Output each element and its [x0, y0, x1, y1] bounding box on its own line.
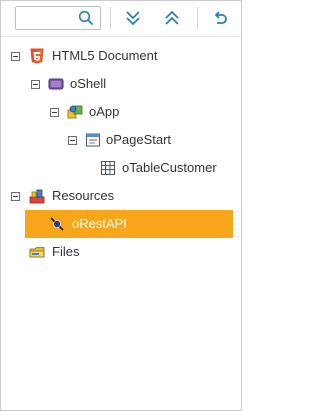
collapse-toggle[interactable]: [50, 108, 59, 117]
tree-node-label: HTML5 Document: [52, 48, 158, 63]
tree-node-label: oShell: [70, 76, 107, 91]
files-icon: [29, 247, 45, 258]
table-icon: [101, 161, 115, 175]
double-chevron-down-icon: [126, 11, 140, 26]
tree-node-files[interactable]: Files: [1, 238, 241, 266]
html5-icon: [30, 48, 44, 64]
tree-node-otablecustomer[interactable]: oTableCustomer: [1, 154, 241, 182]
double-chevron-up-icon: [165, 10, 179, 25]
tree-node-label: oRestAPI: [72, 216, 127, 231]
collapse-all-button[interactable]: [159, 6, 185, 30]
resources-icon: [29, 189, 45, 204]
tree-node-resources[interactable]: Resources: [1, 182, 241, 210]
tree-node-html5-document[interactable]: HTML5 Document: [1, 42, 241, 70]
tree-node-label: oPageStart: [106, 132, 172, 147]
shell-icon: [48, 78, 64, 90]
tree-node-oshell[interactable]: oShell: [1, 70, 241, 98]
collapse-toggle[interactable]: [31, 80, 40, 89]
collapse-toggle[interactable]: [11, 52, 20, 61]
app-icon: [67, 105, 83, 119]
tree-node-opagestart[interactable]: oPageStart: [1, 126, 241, 154]
search-icon[interactable]: [78, 10, 94, 26]
toolbar-separator: [110, 7, 111, 29]
tree-node-oapp[interactable]: oApp: [1, 98, 241, 126]
tree-node-label: Resources: [52, 188, 115, 203]
collapse-toggle[interactable]: [11, 192, 20, 201]
undo-arrow-icon: [214, 11, 227, 24]
tree-node-label: oApp: [89, 104, 120, 119]
search-field[interactable]: [15, 6, 101, 30]
rest-api-icon: [50, 217, 64, 231]
expand-all-button[interactable]: [120, 6, 146, 30]
collapse-toggle[interactable]: [68, 136, 77, 145]
tree-node-label: Files: [52, 244, 80, 259]
undo-button[interactable]: [207, 6, 233, 30]
toolbar-separator: [197, 7, 198, 29]
outline-panel: HTML5 Document oShell oApp oPageStart oT…: [0, 0, 242, 411]
page-icon: [86, 133, 100, 147]
outline-toolbar: [1, 1, 241, 37]
search-input[interactable]: [19, 9, 79, 29]
tree-node-orestapi[interactable]: oRestAPI: [25, 210, 233, 238]
tree-node-label: oTableCustomer: [122, 160, 217, 175]
